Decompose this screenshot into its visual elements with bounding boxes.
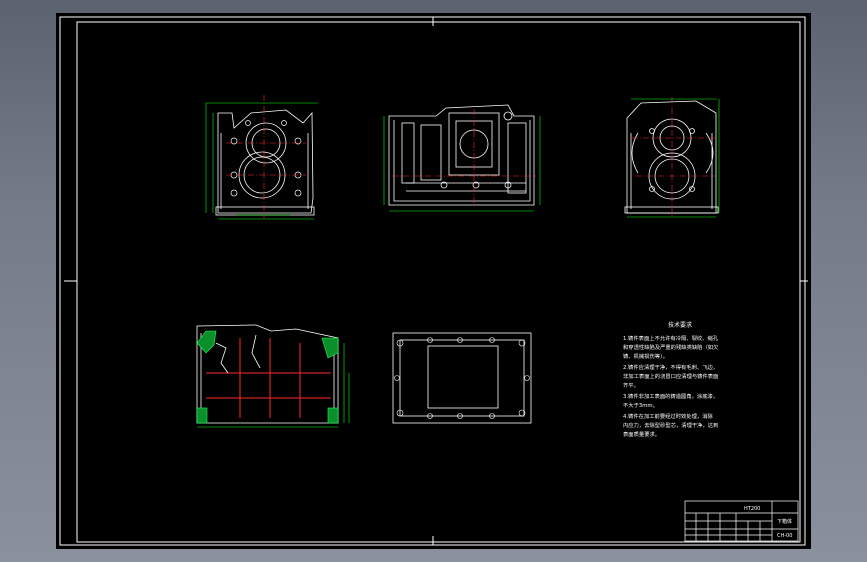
requirement-line: 铸、机械损伤等）。 [623, 352, 668, 360]
requirement-line: 和穿透性缺陷及严重的残缺类缺陷（如欠 [623, 343, 719, 351]
requirement-line: 1.铸件表面上不允许有冷隔、裂纹、缩孔 [623, 334, 719, 342]
requirement-line: 2.铸件应清理干净，不得有毛刺、飞边， [623, 363, 718, 371]
requirement-line: 表面质量要求。 [623, 430, 660, 438]
requirement-line: 非加工表面上的浇冒口应清理与铸件表面 [623, 372, 718, 380]
inner-frame [76, 21, 801, 543]
outer-border [59, 16, 806, 546]
section-view [196, 324, 350, 428]
front-view [205, 95, 318, 220]
requirement-line: 3.铸件非加工表面的铸造圆角，涂底漆， [623, 392, 718, 400]
requirement-line: 内应力，去除型砂型芯，清理干净，达到 [623, 421, 718, 429]
requirement-line: 不大于3mm。 [623, 401, 658, 409]
top-view [392, 332, 532, 424]
centering-marks [64, 17, 808, 545]
title-block-drawing-number: CH-00 [777, 533, 792, 539]
title-block-part-name: 下箱体 [777, 518, 792, 525]
title-block-material: HT200 [744, 506, 760, 512]
side-view [383, 104, 541, 212]
requirement-line: 齐平。 [623, 381, 639, 389]
requirement-line: 4.铸件在加工前要经过时效处理，消除 [623, 412, 714, 420]
technical-requirements: 技术要求 1.铸件表面上不允许有冷隔、裂纹、缩孔 和穿透性缺陷及严重的残缺类缺陷… [623, 321, 719, 438]
right-view [624, 97, 720, 218]
technical-requirements-title: 技术要求 [668, 321, 692, 329]
drawing-sheet: 技术要求 1.铸件表面上不允许有冷隔、裂纹、缩孔 和穿透性缺陷及严重的残缺类缺陷… [59, 16, 808, 546]
cad-drawing-canvas[interactable]: 技术要求 1.铸件表面上不允许有冷隔、裂纹、缩孔 和穿透性缺陷及严重的残缺类缺陷… [56, 13, 811, 549]
